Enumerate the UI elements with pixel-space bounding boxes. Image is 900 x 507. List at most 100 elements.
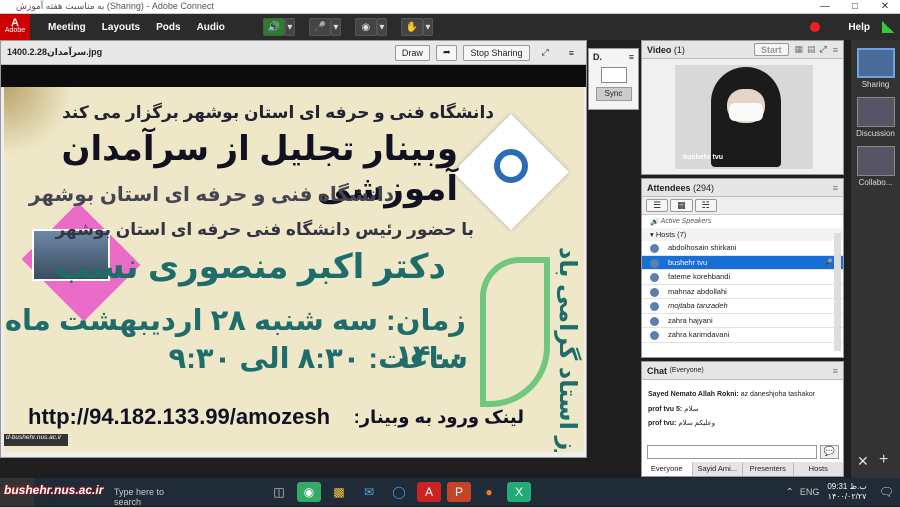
attendee-row[interactable]: bushehr tvu 🎤 (642, 255, 843, 270)
fullscreen-video-icon[interactable]: ⤢ (820, 44, 827, 55)
send-message-icon[interactable]: 💬 (820, 445, 839, 459)
menu-audio[interactable]: Audio (189, 22, 233, 33)
chat-messages: Sayed Nemato Allah Rokni: az daneshjoha … (642, 380, 843, 432)
tab-presenters[interactable]: Presenters (743, 462, 794, 476)
menu-layouts[interactable]: Layouts (94, 22, 148, 33)
connection-status-icon (882, 21, 894, 33)
windows-taskbar: bushehr.nus.ac.ir Type here to search ◫ … (0, 478, 900, 507)
attendee-row[interactable]: fateme korehbandi (642, 270, 843, 285)
share-letterbox-top (1, 65, 586, 87)
menubar: A Adobe Meeting Layouts Pods Audio 🔊 ▾ 🎤 … (0, 14, 900, 40)
chat-message: prof tvu: وعلیکم سلام (648, 420, 716, 427)
search-placeholder: Type here to search (114, 487, 165, 507)
poster-url-label: لینک ورود به وبینار: (353, 407, 524, 427)
breakout-icon[interactable]: ▦ (670, 199, 693, 212)
document-pod: D. ≡ Sync (588, 48, 639, 110)
fullscreen-icon[interactable]: ⤢ (536, 45, 555, 61)
menu-meeting[interactable]: Meeting (40, 22, 94, 33)
connect-app-icon[interactable]: ◉ (297, 482, 321, 502)
attendees-options-icon[interactable]: ≡ (833, 183, 838, 193)
attendees-title: Attendees (647, 182, 691, 193)
chat-options-icon[interactable]: ≡ (833, 366, 838, 376)
webcam-dropdown-icon[interactable]: ▾ (376, 18, 387, 36)
green-swirl-ornament (480, 257, 550, 407)
tab-everyone[interactable]: Everyone (642, 462, 693, 476)
attendee-row[interactable]: mahnaz abdollahi (642, 284, 843, 299)
start-webcam-button[interactable]: Start (753, 43, 789, 56)
user-icon (650, 302, 659, 311)
attendee-settings-icon[interactable]: ☵ (694, 199, 717, 212)
sync-button[interactable]: Sync (595, 87, 632, 101)
attendee-row[interactable]: zahra hajyani (642, 313, 843, 328)
close-rail-icon[interactable]: ✕ (857, 453, 869, 470)
menu-help[interactable]: Help (840, 22, 878, 33)
tab-hosts[interactable]: Hosts (794, 462, 844, 476)
poster-watermark: d-bushehr.nus.ac.ir (4, 434, 68, 446)
notifications-icon[interactable]: 🗨 (879, 485, 894, 499)
user-icon (650, 244, 659, 253)
speaker-icon[interactable]: 🔊 (262, 18, 285, 36)
search-box[interactable]: bushehr.nus.ac.ir Type here to search (4, 478, 184, 507)
collapse-icon: ▾ (650, 230, 654, 239)
user-icon (650, 273, 659, 282)
brand-watermark: bushehr.nus.ac.ir (4, 483, 104, 497)
file-explorer-icon[interactable]: ▩ (327, 482, 351, 502)
layout-sharing[interactable] (856, 48, 895, 78)
window-titlebar: به مناسبت هفته آموزش (Sharing) - Adobe C… (0, 0, 900, 14)
microphone-icon[interactable]: 🎤 (308, 18, 331, 36)
poster-vertical-caption: روز استاد گرامی باد (554, 247, 581, 452)
chat-tabs: Everyone Sayid Ami... Presenters Hosts (642, 462, 843, 476)
pod-options-icon[interactable]: ≡ (563, 45, 580, 61)
active-speakers-label: Active Speakers (660, 218, 712, 225)
webcam-icon[interactable]: ◉ (354, 18, 377, 36)
add-layout-icon[interactable]: + (879, 451, 888, 469)
document-pod-options-icon[interactable]: ≡ (629, 52, 634, 62)
tab-private-chat[interactable]: Sayid Ami... (693, 462, 743, 476)
poster-speaker-name: دکتر اکبر منصوری نسب (55, 248, 446, 286)
speaker-dropdown-icon[interactable]: ▾ (284, 18, 295, 36)
layout-collaboration[interactable] (856, 146, 895, 176)
pointer-icon[interactable]: ➦ (435, 44, 458, 61)
status-dropdown-icon[interactable]: ▾ (422, 18, 433, 36)
record-icon[interactable] (810, 22, 821, 32)
list-view-icon[interactable]: ☰ (646, 199, 669, 212)
task-view-icon[interactable]: ◫ (267, 482, 291, 502)
acrobat-icon[interactable]: A (417, 482, 441, 502)
video-options-icon[interactable]: ≡ (833, 45, 838, 55)
shared-poster-image: دانشگاه فنی و حرفه ای استان بوشهر برگزار… (4, 87, 584, 452)
clock[interactable]: 09:31 ب.ظ ۱۴۰۰/۰۲/۲۷ (827, 482, 866, 502)
language-indicator[interactable]: ENG (800, 487, 820, 497)
raise-hand-icon[interactable]: ✋ (400, 18, 423, 36)
poster-url: http://94.182.133.99/amozesh (28, 404, 331, 429)
filmstrip-view-icon[interactable]: ▤ (807, 44, 816, 55)
hosts-group-header[interactable]: ▾ Hosts (7) (642, 228, 843, 241)
active-speakers-icon: 🔊 (650, 218, 659, 226)
stop-sharing-button[interactable]: Stop Sharing (463, 44, 530, 61)
document-thumbnail[interactable] (600, 67, 627, 83)
tray-chevron-icon[interactable]: ⌃ (785, 487, 793, 498)
menu-pods[interactable]: Pods (148, 22, 188, 33)
poster-line-presence: با حضور رئیس دانشگاه فنی حرفه ای استان ب… (55, 220, 474, 239)
attendee-row[interactable]: zahra karimdavani (642, 328, 843, 343)
microphone-dropdown-icon[interactable]: ▾ (330, 18, 341, 36)
firefox-icon[interactable]: ● (477, 482, 501, 502)
edge-icon[interactable]: ◯ (387, 482, 411, 502)
mail-icon[interactable]: ✉ (357, 482, 381, 502)
grid-view-icon[interactable]: ▦ (795, 44, 804, 55)
close-icon[interactable]: ✕ (870, 1, 900, 12)
window-title: به مناسبت هفته آموزش (Sharing) - Adobe C… (16, 1, 214, 11)
chat-input[interactable] (647, 445, 817, 459)
draw-button[interactable]: Draw (394, 44, 430, 61)
attendees-scrollbar[interactable] (834, 233, 841, 351)
minimize-icon[interactable]: — (810, 1, 840, 12)
maximize-icon[interactable]: □ (840, 1, 870, 12)
powerpoint-icon[interactable]: P (447, 482, 471, 502)
layout-sharing-label: Sharing (861, 80, 890, 89)
attendee-row[interactable]: abdolhosain shirkani (642, 241, 843, 256)
attendee-row[interactable]: mojtaba tanzadeh (642, 299, 843, 314)
chat-message: prof tvu 5: سلام (648, 405, 699, 413)
excel-icon[interactable]: X (507, 482, 531, 502)
attendees-pod: Attendees (294) ≡ ☰ ▦ ☵ 🔊 Active Speaker… (641, 178, 844, 358)
share-pod-header: سرآمدان1400.2.28.jpg Draw ➦ Stop Sharing… (1, 41, 586, 65)
layout-discussion[interactable] (856, 97, 895, 127)
